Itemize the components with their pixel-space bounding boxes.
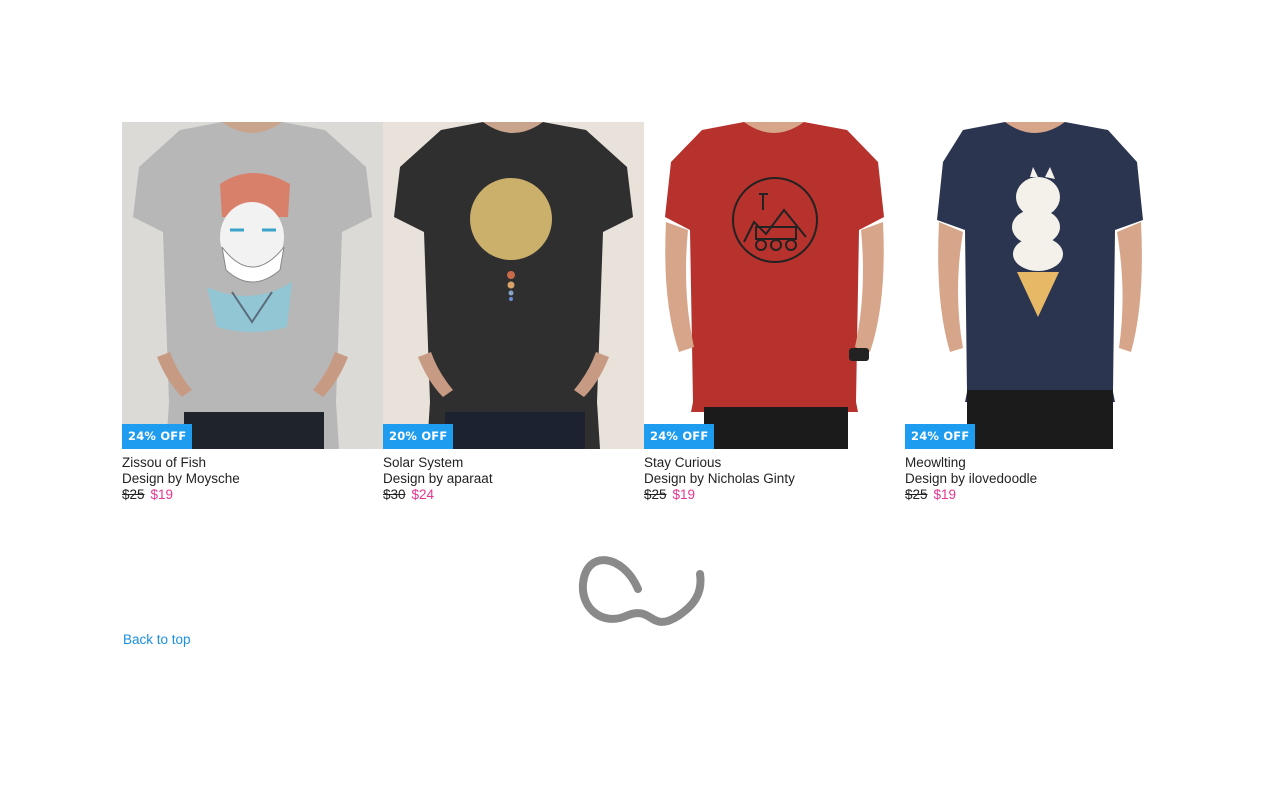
product-designer[interactable]: Design by aparaat [383, 471, 644, 487]
product-title[interactable]: Solar System [383, 455, 644, 471]
product-image [383, 122, 644, 449]
product-title[interactable]: Meowlting [905, 455, 1166, 471]
back-to-top-link[interactable]: Back to top [123, 632, 191, 647]
discount-badge: 24% OFF [122, 424, 193, 449]
price-row: $30 $24 [383, 487, 644, 503]
product-card[interactable]: 24% OFF Stay Curious Design by Nicholas … [644, 122, 905, 503]
product-designer[interactable]: Design by Nicholas Ginty [644, 471, 905, 487]
product-image [122, 122, 383, 449]
product-card[interactable]: 20% OFF Solar System Design by aparaat $… [383, 122, 644, 503]
original-price: $25 [122, 487, 145, 502]
price-row: $25 $19 [905, 487, 1166, 503]
product-image-link[interactable]: 24% OFF [122, 122, 383, 449]
product-designer[interactable]: Design by Moysche [122, 471, 383, 487]
sale-price: $24 [411, 487, 435, 502]
product-image [905, 122, 1166, 449]
product-meta: Meowlting Design by ilovedoodle $25 $19 [905, 449, 1166, 503]
discount-badge: 24% OFF [644, 424, 715, 449]
product-title[interactable]: Zissou of Fish [122, 455, 383, 471]
product-card[interactable]: 24% OFF Meowlting Design by ilovedoodle … [905, 122, 1166, 503]
loading-spinner-icon [578, 544, 708, 631]
product-image-link[interactable]: 24% OFF [644, 122, 905, 449]
discount-badge: 20% OFF [383, 424, 454, 449]
original-price: $25 [905, 487, 928, 502]
product-designer[interactable]: Design by ilovedoodle [905, 471, 1166, 487]
product-image-link[interactable]: 24% OFF [905, 122, 1166, 449]
product-meta: Zissou of Fish Design by Moysche $25 $19 [122, 449, 383, 503]
product-image [644, 122, 905, 449]
product-meta: Stay Curious Design by Nicholas Ginty $2… [644, 449, 905, 503]
original-price: $30 [383, 487, 406, 502]
price-row: $25 $19 [122, 487, 383, 503]
product-image-link[interactable]: 20% OFF [383, 122, 644, 449]
product-meta: Solar System Design by aparaat $30 $24 [383, 449, 644, 503]
product-grid: 24% OFF Zissou of Fish Design by Moysche… [122, 122, 1166, 503]
product-card[interactable]: 24% OFF Zissou of Fish Design by Moysche… [122, 122, 383, 503]
sale-price: $19 [150, 487, 174, 502]
price-row: $25 $19 [644, 487, 905, 503]
discount-badge: 24% OFF [905, 424, 976, 449]
sale-price: $19 [672, 487, 696, 502]
product-title[interactable]: Stay Curious [644, 455, 905, 471]
original-price: $25 [644, 487, 667, 502]
sale-price: $19 [933, 487, 957, 502]
